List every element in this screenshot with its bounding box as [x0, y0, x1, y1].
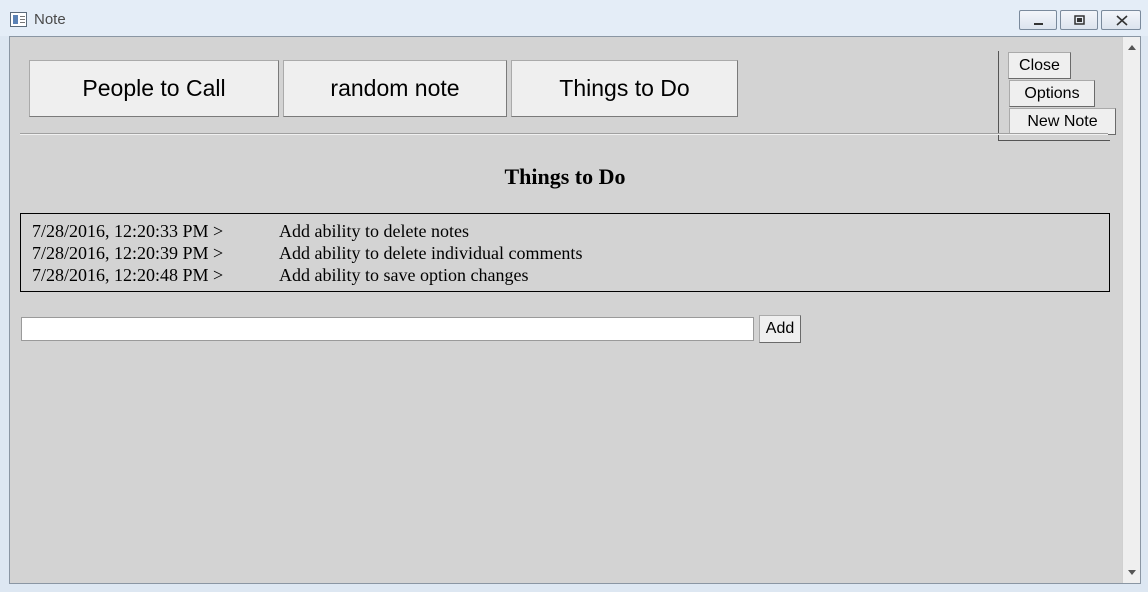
list-item: 7/28/2016, 12:20:33 PM > Add ability to … — [32, 220, 1109, 242]
comment-list: 7/28/2016, 12:20:33 PM > Add ability to … — [20, 213, 1110, 292]
client-area: People to Call random note Things to Do … — [9, 36, 1141, 584]
comment-timestamp: 7/28/2016, 12:20:39 PM > — [32, 243, 224, 263]
comment-timestamp: 7/28/2016, 12:20:33 PM > — [32, 221, 224, 241]
close-button[interactable]: Close — [1008, 52, 1071, 79]
close-icon[interactable] — [1101, 10, 1141, 30]
tab-people-to-call[interactable]: People to Call — [29, 60, 279, 117]
vertical-scrollbar[interactable] — [1122, 37, 1140, 583]
comment-timestamp: 7/28/2016, 12:20:48 PM > — [32, 265, 224, 285]
comment-text: Add ability to save option changes — [279, 265, 529, 285]
new-note-button[interactable]: New Note — [1009, 108, 1116, 135]
tab-random-note[interactable]: random note — [283, 60, 507, 117]
divider — [20, 133, 1108, 135]
app-icon — [10, 12, 27, 27]
list-item: 7/28/2016, 12:20:48 PM > Add ability to … — [32, 264, 1109, 286]
list-item: 7/28/2016, 12:20:39 PM > Add ability to … — [32, 242, 1109, 264]
comment-input[interactable] — [21, 317, 754, 341]
window-title: Note — [34, 11, 66, 28]
maximize-icon[interactable] — [1060, 10, 1098, 30]
tab-things-to-do[interactable]: Things to Do — [511, 60, 738, 117]
title-bar: Note — [0, 0, 1148, 36]
minimize-icon[interactable] — [1019, 10, 1057, 30]
note-title: Things to Do — [504, 164, 626, 189]
comment-text: Add ability to delete notes — [279, 221, 469, 241]
add-button[interactable]: Add — [759, 315, 801, 343]
app-window: Note People to Call random note Things t… — [0, 0, 1148, 592]
scroll-down-icon[interactable] — [1128, 570, 1136, 575]
scroll-up-icon[interactable] — [1128, 45, 1136, 50]
comment-text: Add ability to delete individual comment… — [279, 243, 583, 263]
options-button[interactable]: Options — [1009, 80, 1095, 107]
